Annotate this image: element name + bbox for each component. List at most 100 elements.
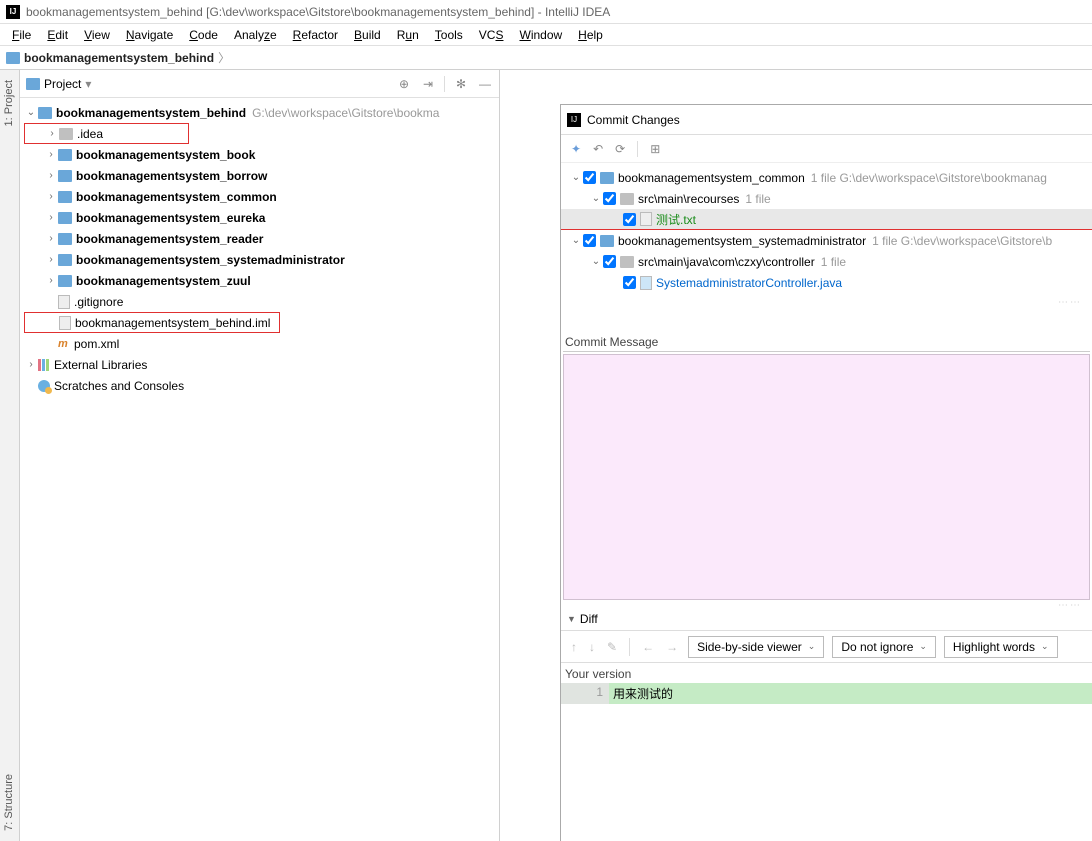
menu-view[interactable]: View [76,26,118,44]
tree-label: bookmanagementsystem_book [76,148,255,162]
ignore-combo[interactable]: Do not ignore⌄ [832,636,936,658]
arrow-up-icon[interactable]: ↑ [569,640,579,654]
menu-code[interactable]: Code [181,26,226,44]
chevron-down-icon[interactable]: ⌄ [569,172,583,183]
module-icon [38,107,52,119]
commit-message-input[interactable] [563,354,1090,600]
chevron-down-icon[interactable]: ▾ [85,77,91,91]
arrow-down-icon[interactable]: ↓ [587,640,597,654]
change-file[interactable]: SystemadministratorController.java [561,272,1092,293]
tree-ext-lib[interactable]: › External Libraries [20,354,499,375]
diff-content: 1 用来测试的 [561,683,1092,704]
chevron-down-icon[interactable]: ⌄ [589,193,603,204]
checkbox[interactable] [623,276,636,289]
change-file-selected[interactable]: 测试.txt [561,209,1092,230]
change-module[interactable]: ⌄ bookmanagementsystem_systemadministrat… [561,230,1092,251]
side-tab-project[interactable]: 1: Project [3,80,15,126]
file-icon [640,212,652,226]
chevron-right-icon[interactable]: › [44,212,58,223]
diff-label: Diff [580,612,598,626]
chevron-right-icon[interactable]: › [44,233,58,244]
tree-pom[interactable]: mpom.xml [20,333,499,354]
arrow-left-icon[interactable]: ← [640,640,656,654]
tree-idea[interactable]: › .idea [24,123,189,144]
resize-grip[interactable]: ⋯⋯ [561,600,1092,608]
module-icon [600,235,614,247]
side-tab-structure[interactable]: 7: Structure [3,774,15,831]
window-title: bookmanagementsystem_behind [G:\dev\work… [26,5,610,19]
tree-item[interactable]: › bookmanagementsystem_eureka [20,207,499,228]
menu-build[interactable]: Build [346,26,389,44]
tree-root[interactable]: ⌄ bookmanagementsystem_behind G:\dev\wor… [20,102,499,123]
chevron-right-icon: 〉 [218,49,230,66]
menu-navigate[interactable]: Navigate [118,26,181,44]
checkbox[interactable] [583,171,596,184]
folder-info: 1 file [745,192,770,206]
tree-gitignore[interactable]: .gitignore [20,291,499,312]
chevron-right-icon[interactable]: › [44,149,58,160]
diff-added-line[interactable]: 用来测试的 [609,683,1092,704]
menu-run[interactable]: Run [389,26,427,44]
menu-help[interactable]: Help [570,26,611,44]
tree-item[interactable]: ›bookmanagementsystem_borrow [20,165,499,186]
change-folder[interactable]: ⌄ src\main\java\com\czxy\controller 1 fi… [561,251,1092,272]
tree-iml[interactable]: bookmanagementsystem_behind.iml [24,312,280,333]
chevron-right-icon[interactable]: › [44,170,58,181]
tree-label: bookmanagementsystem_systemadministrator [76,253,345,267]
tree-item[interactable]: ›bookmanagementsystem_reader [20,228,499,249]
group-icon[interactable]: ⊞ [650,142,660,156]
checkbox[interactable] [603,255,616,268]
hide-icon[interactable]: — [477,76,493,92]
arrow-right-icon[interactable]: → [664,640,680,654]
module-label: bookmanagementsystem_systemadministrator [618,234,866,248]
tree-label: External Libraries [54,358,147,372]
refresh-icon[interactable]: ⟳ [615,142,625,156]
edit-icon[interactable]: ✎ [605,640,619,654]
module-info: 1 file G:\dev\workspace\Gitstore\b [872,234,1052,248]
chevron-right-icon[interactable]: › [44,254,58,265]
breadcrumb[interactable]: bookmanagementsystem_behind 〉 [0,46,1092,70]
checkbox[interactable] [583,234,596,247]
gear-icon[interactable]: ✻ [453,76,469,92]
checkbox[interactable] [623,213,636,226]
tree-item[interactable]: › bookmanagementsystem_book [20,144,499,165]
tree-item[interactable]: ›bookmanagementsystem_common [20,186,499,207]
target-icon[interactable]: ⊕ [396,76,412,92]
menu-window[interactable]: Window [511,26,570,44]
chevron-down-icon[interactable]: ⌄ [569,235,583,246]
menu-edit[interactable]: Edit [39,26,76,44]
diff-section-header[interactable]: ▼ Diff [561,608,1092,631]
checkbox[interactable] [603,192,616,205]
project-tree[interactable]: ⌄ bookmanagementsystem_behind G:\dev\wor… [20,98,499,841]
menu-vcs[interactable]: VCS [471,26,512,44]
menu-tools[interactable]: Tools [427,26,471,44]
tree-item[interactable]: › bookmanagementsystem_systemadministrato… [20,249,499,270]
collapse-icon[interactable]: ⇥ [420,76,436,92]
dialog-title: Commit Changes [587,113,680,127]
changes-tree[interactable]: ⌄ bookmanagementsystem_common 1 file G:\… [561,163,1092,297]
menu-refactor[interactable]: Refactor [285,26,346,44]
chevron-right-icon[interactable]: › [44,275,58,286]
menu-file[interactable]: File [4,26,39,44]
library-icon [38,359,50,371]
change-folder[interactable]: ⌄ src\main\recourses 1 file [561,188,1092,209]
highlight-combo[interactable]: Highlight words⌄ [944,636,1058,658]
viewer-combo[interactable]: Side-by-side viewer⌄ [688,636,824,658]
changelist-icon[interactable]: ✦ [571,142,581,156]
file-label: SystemadministratorController.java [656,276,842,290]
chevron-right-icon[interactable]: › [24,359,38,370]
module-icon [600,172,614,184]
tree-label: bookmanagementsystem_eureka [76,211,265,225]
change-module[interactable]: ⌄ bookmanagementsystem_common 1 file G:\… [561,167,1092,188]
chevron-right-icon[interactable]: › [45,128,59,139]
chevron-down-icon[interactable]: ⌄ [589,256,603,267]
menu-analyze[interactable]: Analyze [226,26,285,44]
undo-icon[interactable]: ↶ [593,142,603,156]
chevron-down-icon[interactable]: ⌄ [24,107,38,118]
tree-item[interactable]: ›bookmanagementsystem_zuul [20,270,499,291]
chevron-right-icon[interactable]: › [44,191,58,202]
tree-label: bookmanagementsystem_behind.iml [75,316,270,330]
tree-scratch[interactable]: Scratches and Consoles [20,375,499,396]
tree-label: .gitignore [74,295,123,309]
resize-grip[interactable]: ⋯⋯ [561,297,1092,305]
